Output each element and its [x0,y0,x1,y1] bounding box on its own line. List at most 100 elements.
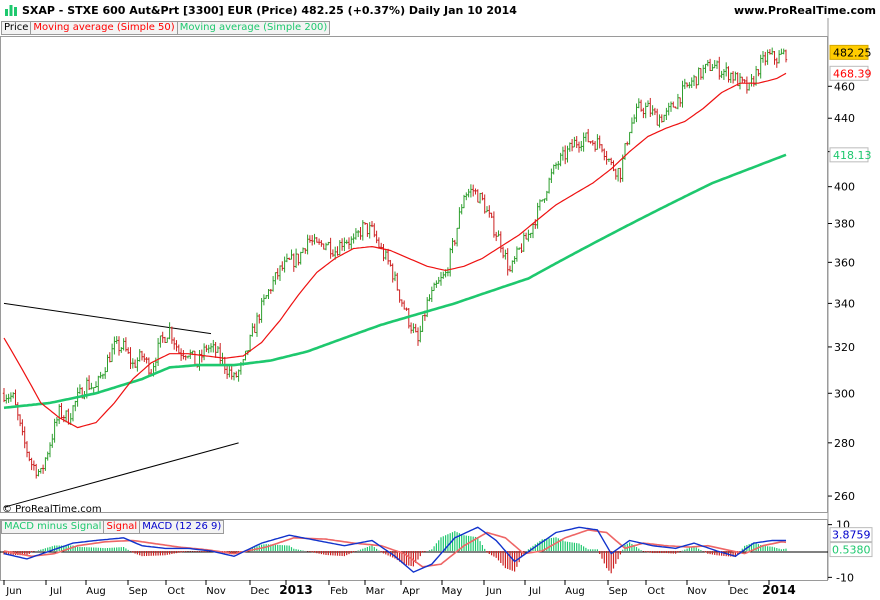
ohlc-bar [515,246,519,262]
macd-legend: MACD minus Signal Signal MACD (12 26 9) [1,520,225,534]
legend-macd-minus-signal[interactable]: MACD minus Signal [1,520,105,534]
ohlc-bar [587,128,590,143]
ohlc-bar [414,323,417,333]
ohlc-bar [405,307,408,311]
ohlc-bar [357,230,360,238]
ohlc-bar [518,247,521,250]
ohlc-bar [474,188,477,195]
ohlc-bar [283,256,286,273]
x-tick-label: Jun [5,586,22,597]
ohlc-bar [274,272,277,285]
ohlc-bar [258,314,261,324]
ohlc-bar [90,382,93,390]
ohlc-bar [771,47,774,55]
ohlc-bar [432,282,436,292]
ohlc-bar [554,162,558,169]
ohlc-bar [331,249,335,257]
ohlc-bar [297,253,300,266]
ohlc-bar [416,327,420,346]
legend-signal[interactable]: Signal [103,520,141,534]
ohlc-bar [635,103,638,123]
ohlc-bar [561,146,565,161]
chart-canvas: 260280300320340360380400420440460 482.25… [0,18,873,597]
ohlc-bar [439,271,443,286]
ohlc-bar [702,64,705,80]
ohlc-bar [644,102,647,119]
ohlc-bar [271,276,275,292]
value-tag-label: 482.25 [833,46,872,59]
ohlc-bar [311,235,314,246]
ohlc-bar [460,204,463,215]
ohlc-bar [704,63,707,74]
ohlc-bar [138,349,141,362]
ohlc-bar [759,54,762,79]
ohlc-bar [87,375,91,391]
price-y-axis: 260280300320340360380400420440460 [828,80,855,503]
ohlc-bar [757,69,760,77]
ohlc-bar [265,295,268,299]
ohlc-bar [731,71,735,84]
ohlc-bar [692,74,696,86]
ohlc-bar [306,234,309,255]
ohlc-bar [16,402,19,421]
ohlc-bar [522,232,525,252]
ohlc-bar [175,340,178,352]
ohlc-bar [228,366,231,378]
ohlc-bar [541,199,544,202]
y-tick-label: 260 [834,490,855,503]
ohlc-bar [490,212,493,219]
ohlc-bar [428,294,431,302]
ohlc-bar [173,337,176,350]
ohlc-bar [469,184,473,198]
ohlc-bar [115,336,118,344]
ohlc-bar [143,353,146,362]
ohlc-bar [133,359,137,368]
ohlc-bar [642,107,645,119]
ohlc-bar [630,117,634,134]
ohlc-bar [340,238,344,251]
ohlc-bar [626,141,629,146]
ohlc-bar [748,82,751,91]
ohlc-bar [184,355,187,361]
ohlc-bar [745,76,749,94]
ohlc-bar [403,300,406,310]
ohlc-bar [628,131,631,145]
x-tick-label: Jul [49,586,62,597]
ohlc-bar [166,337,169,343]
ohlc-bar [488,205,491,218]
ohlc-bar [499,231,502,253]
ohlc-bar [39,467,42,474]
ohlc-bar [449,247,452,277]
ohlc-bar [28,451,31,462]
ohlc-bar [506,248,509,276]
sma200-series [3,153,787,410]
copyright: © ProRealTime.com [2,504,102,515]
ohlc-bar [495,231,498,242]
ohlc-bar [373,223,376,238]
ohlc-bar [386,248,390,265]
ohlc-bar [159,335,162,348]
ohlc-bar [347,237,351,250]
ohlc-bar [156,338,160,367]
ohlc-bar [646,100,650,107]
ohlc-bar [465,192,468,201]
value-tag-label: 468.39 [833,67,872,80]
ohlc-bar [706,59,709,67]
ohlc-bar [212,339,215,353]
legend-macd[interactable]: MACD (12 26 9) [139,520,225,534]
ohlc-bar [662,114,666,123]
sma200-line [3,153,787,410]
ohlc-bar [520,243,523,254]
ohlc-bar [136,357,139,372]
ohlc-bar [124,337,128,352]
ohlc-bar [313,233,316,245]
x-tick-label: Oct [167,586,184,597]
x-tick-label: Aug [565,586,585,597]
ohlc-bar [782,48,785,55]
ohlc-bar [350,236,353,250]
ohlc-bar [5,394,8,404]
ohlc-bar [775,57,778,68]
ohlc-bar [598,135,601,149]
x-tick-label: 2014 [762,583,795,597]
ohlc-bar [750,73,753,87]
